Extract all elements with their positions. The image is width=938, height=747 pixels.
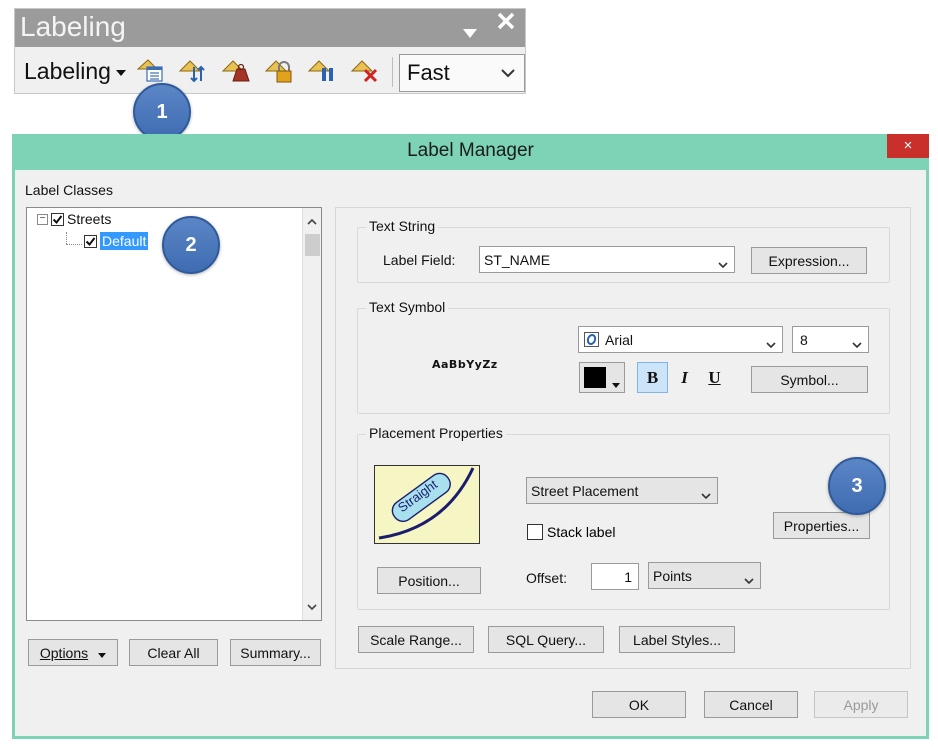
expression-button[interactable]: Expression... [751, 247, 867, 274]
caret-down-icon [98, 645, 107, 661]
labeling-quality-select[interactable]: Fast [399, 54, 525, 92]
offset-units-value: Points [653, 568, 692, 584]
bold-button[interactable]: B [637, 362, 668, 393]
scroll-down-icon[interactable] [307, 598, 317, 616]
tree-node-streets[interactable]: − Streets [37, 211, 111, 227]
position-button[interactable]: Position... [377, 567, 481, 594]
label-field-label: Label Field: [383, 252, 456, 268]
options-button[interactable]: Options [28, 639, 118, 666]
collapse-icon[interactable]: − [37, 213, 48, 225]
label-field-select[interactable]: ST_NAME [479, 246, 735, 273]
font-value: Arial [605, 332, 634, 348]
text-symbol-title: Text Symbol [366, 299, 449, 315]
dialog-title-bar[interactable]: Label Manager × [12, 134, 929, 170]
scale-range-button[interactable]: Scale Range... [358, 626, 474, 653]
offset-value: 1 [624, 569, 632, 585]
font-select[interactable]: Arial [578, 326, 783, 353]
stack-label-option[interactable]: Stack label [527, 524, 615, 540]
caret-down-icon [115, 65, 126, 79]
text-string-title: Text String [366, 218, 439, 234]
streets-checkbox[interactable] [51, 212, 64, 226]
label-weights-icon[interactable] [221, 57, 251, 85]
placement-select[interactable]: Street Placement [526, 477, 718, 504]
label-priority-icon[interactable] [178, 57, 208, 85]
toolbar-separator [392, 57, 393, 87]
label-classes-header: Label Classes [25, 182, 113, 198]
font-size-value: 8 [800, 332, 808, 348]
labeling-toolbar: Labeling Labeling Fast [14, 8, 526, 94]
labeling-quality-value: Fast [407, 60, 450, 85]
lock-labels-icon[interactable] [264, 57, 294, 85]
placement-value: Street Placement [531, 483, 639, 499]
chevron-down-icon [744, 572, 754, 588]
sql-query-button[interactable]: SQL Query... [488, 626, 604, 653]
callout-2: 2 [162, 216, 220, 274]
clear-all-button[interactable]: Clear All [129, 639, 218, 666]
callout-3: 3 [828, 457, 886, 515]
offset-input[interactable]: 1 [591, 563, 639, 590]
label-manager-dialog: Label Manager × Label Classes − Streets … [12, 134, 929, 739]
opentype-font-icon [584, 332, 599, 350]
label-field-value: ST_NAME [484, 252, 551, 268]
tree-node-label: Default [100, 232, 149, 250]
default-checkbox[interactable] [84, 234, 97, 248]
label-styles-button[interactable]: Label Styles... [619, 626, 735, 653]
font-size-select[interactable]: 8 [792, 326, 869, 353]
labeling-menu[interactable]: Labeling [24, 58, 126, 85]
toolbar-dropdown-icon[interactable] [463, 21, 477, 44]
tree-node-default[interactable]: Default [84, 232, 149, 250]
caret-down-icon [612, 375, 620, 391]
toolbar-title-bar[interactable]: Labeling [15, 9, 525, 47]
callout-1: 1 [133, 83, 191, 141]
color-swatch [584, 367, 606, 388]
chevron-down-icon [766, 336, 776, 352]
placement-preview: Straight [374, 465, 480, 544]
chevron-down-icon [501, 65, 515, 83]
tree-connector [66, 232, 67, 244]
label-manager-icon[interactable] [135, 57, 165, 85]
labeling-menu-label: Labeling [24, 58, 111, 84]
tree-connector [66, 244, 82, 245]
ok-button[interactable]: OK [592, 691, 686, 718]
apply-button[interactable]: Apply [814, 691, 908, 718]
symbol-button[interactable]: Symbol... [751, 366, 868, 393]
stack-label-checkbox[interactable] [527, 524, 543, 540]
view-unplaced-labels-icon[interactable] [350, 57, 380, 85]
dialog-body: Label Classes − Streets Default Options … [15, 170, 926, 736]
tree-scrollbar[interactable] [302, 208, 321, 620]
tree-node-label: Streets [67, 211, 112, 227]
italic-button[interactable]: I [669, 362, 700, 393]
toolbar-body: Labeling Fast [15, 51, 525, 92]
text-color-picker[interactable] [579, 362, 625, 393]
text-symbol-preview: AaBbYyZz [432, 358, 498, 371]
scroll-up-icon[interactable] [307, 212, 317, 230]
scroll-thumb[interactable] [305, 234, 320, 256]
options-button-label: Options [39, 644, 89, 661]
cancel-button[interactable]: Cancel [704, 691, 798, 718]
toolbar-title: Labeling [20, 11, 126, 42]
pause-labeling-icon[interactable] [307, 57, 337, 85]
stack-label-text: Stack label [547, 524, 616, 540]
chevron-down-icon [701, 487, 711, 503]
placement-properties-title: Placement Properties [366, 425, 506, 441]
dialog-title: Label Manager [407, 140, 534, 161]
offset-units-select[interactable]: Points [648, 562, 761, 589]
offset-label: Offset: [526, 570, 567, 586]
chevron-down-icon [718, 256, 728, 272]
placement-properties-button[interactable]: Properties... [773, 512, 870, 539]
chevron-down-icon [852, 336, 862, 352]
dialog-close-button[interactable]: × [887, 134, 929, 158]
label-class-properties-panel: Text String Label Field: ST_NAME Express… [335, 207, 911, 669]
summary-button[interactable]: Summary... [230, 639, 321, 666]
toolbar-close-icon[interactable] [497, 12, 515, 36]
underline-button[interactable]: U [699, 362, 730, 393]
